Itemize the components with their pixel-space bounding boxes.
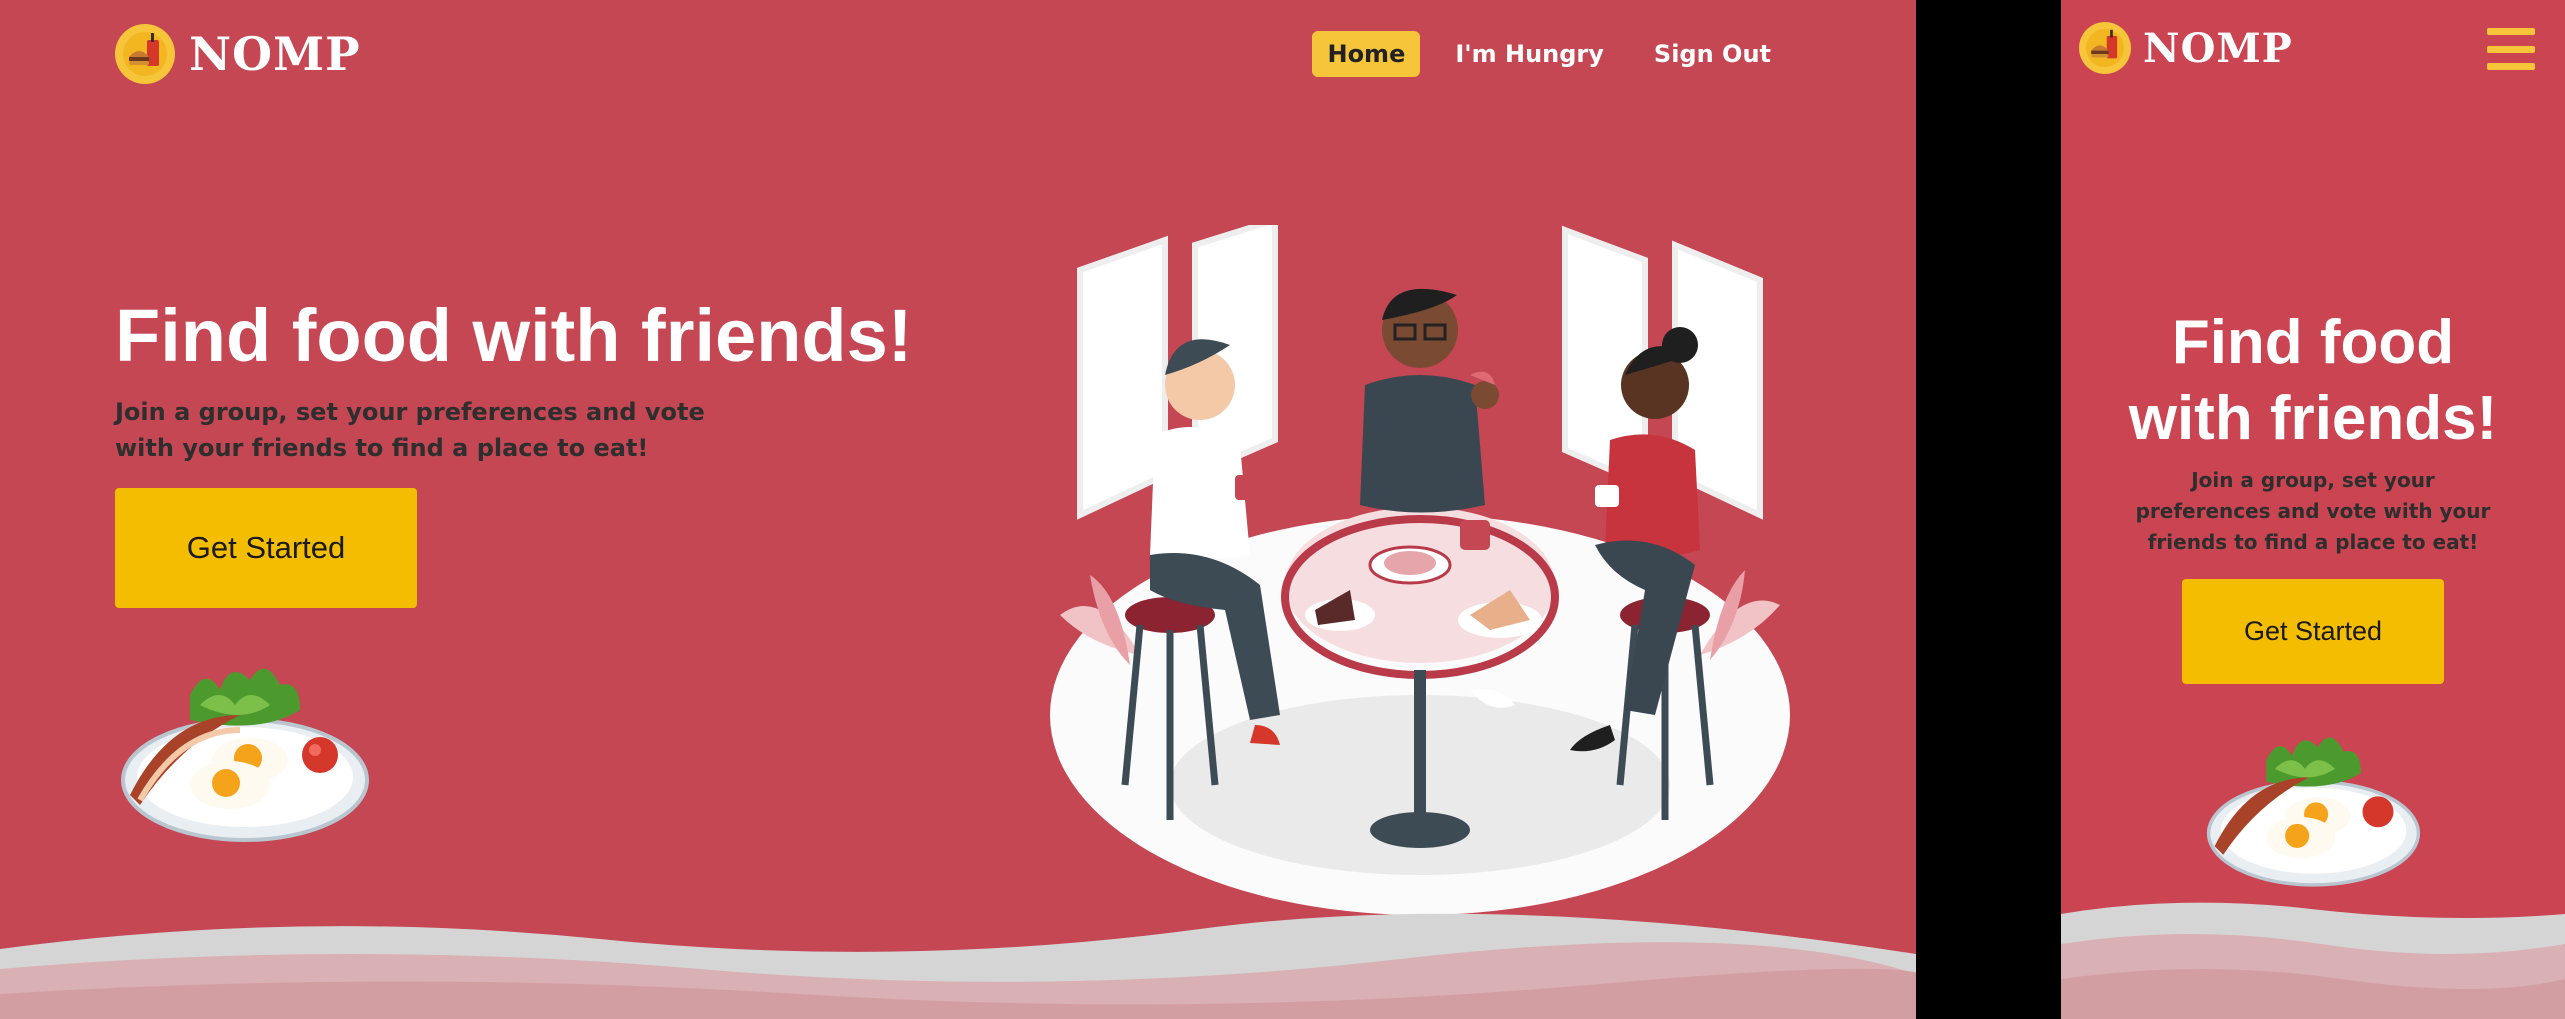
hero-subtitle-line: preferences and vote with your xyxy=(2135,499,2491,523)
brand-logo[interactable]: NOMP xyxy=(115,24,361,84)
wave-decoration xyxy=(2061,902,2565,1019)
main-nav: Home I'm Hungry Sign Out xyxy=(1312,31,1786,77)
burger-drink-icon xyxy=(115,24,175,84)
hero-subtitle-line: Join a group, set your xyxy=(2191,468,2435,492)
hamburger-menu-icon[interactable] xyxy=(2487,28,2535,70)
breakfast-plate-illustration xyxy=(121,668,369,842)
get-started-button[interactable]: Get Started xyxy=(115,488,417,608)
get-started-button[interactable]: Get Started xyxy=(2182,579,2444,684)
hero-subtitle-line: with your friends to find a place to eat… xyxy=(115,434,649,462)
hamburger-bar xyxy=(2487,45,2535,53)
burger-drink-icon xyxy=(2079,22,2131,74)
hamburger-bar xyxy=(2487,28,2535,35)
nav-im-hungry[interactable]: I'm Hungry xyxy=(1440,31,1619,77)
hero-subtitle-line: friends to find a place to eat! xyxy=(2147,530,2479,554)
hero-title-line: Find food xyxy=(2171,308,2455,377)
friends-cafe-illustration xyxy=(1050,225,1790,915)
hero-title-line: with friends! xyxy=(2128,384,2498,453)
mobile-view: NOMP Find food with friends! Join a grou… xyxy=(2061,0,2565,1019)
hero-subtitle-line: Join a group, set your preferences and v… xyxy=(115,398,705,426)
hamburger-bar xyxy=(2487,63,2535,70)
brand-logo[interactable]: NOMP xyxy=(2079,22,2293,74)
desktop-view: NOMP Home I'm Hungry Sign Out Find food … xyxy=(0,0,1916,1019)
hero-title: Find food with friends! xyxy=(115,294,913,377)
nav-home[interactable]: Home xyxy=(1312,31,1421,77)
breakfast-plate-illustration xyxy=(2206,737,2421,887)
brand-name: NOMP xyxy=(2143,24,2293,72)
hero-title: Find food with friends! xyxy=(2061,305,2565,457)
brand-name: NOMP xyxy=(189,27,361,81)
wave-decoration xyxy=(0,913,1916,1019)
hero-subtitle: Join a group, set your preferences and v… xyxy=(115,394,705,466)
nav-sign-out[interactable]: Sign Out xyxy=(1639,31,1786,77)
hero-subtitle: Join a group, set your preferences and v… xyxy=(2061,465,2565,558)
